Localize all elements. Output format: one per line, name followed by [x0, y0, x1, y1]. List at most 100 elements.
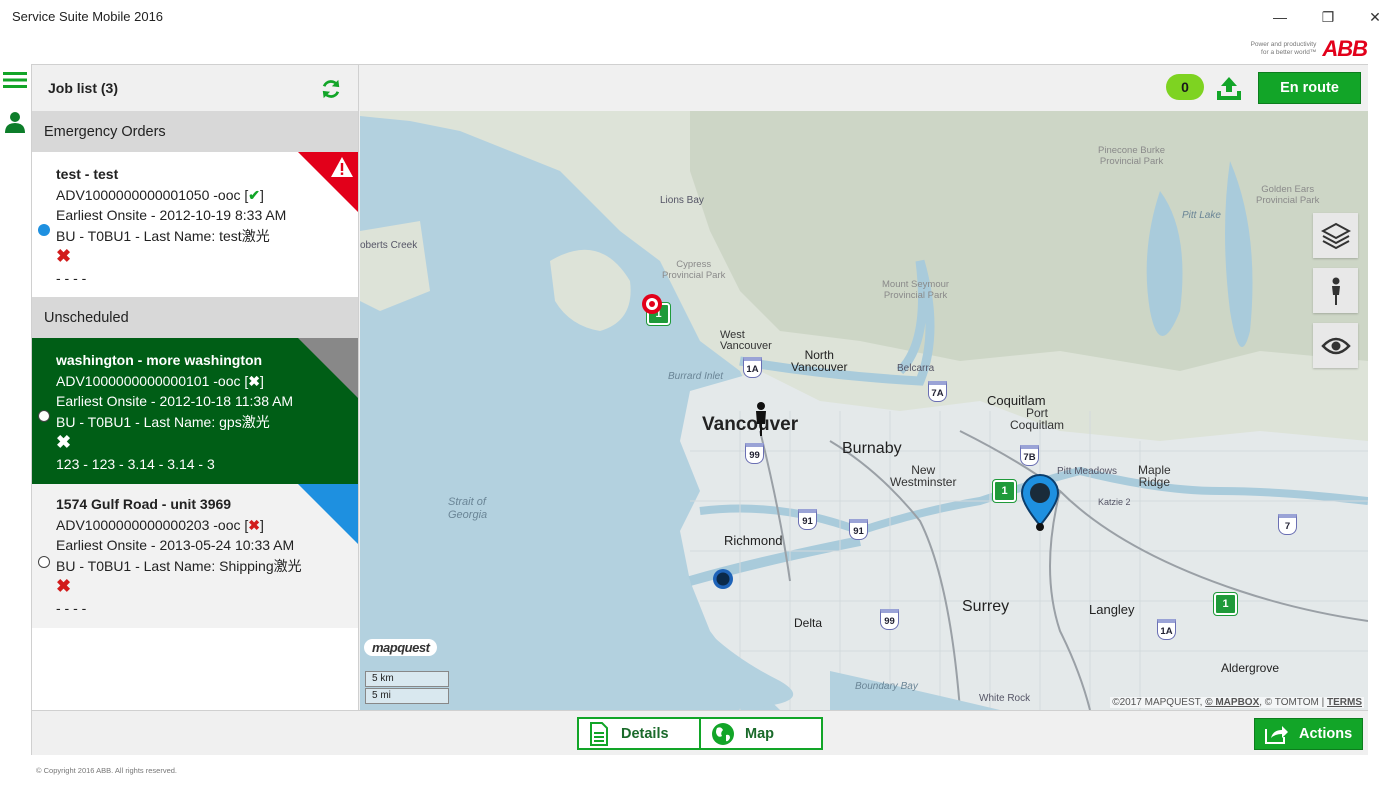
- technician-location-icon[interactable]: [754, 402, 768, 436]
- label-port-coquitlam: Port Coquitlam: [1010, 406, 1065, 432]
- cross-box-icon: ✖: [248, 516, 261, 533]
- job-id: ADV1000000000001050 -ooc [: [56, 186, 249, 203]
- emergency-job-marker[interactable]: [641, 293, 663, 315]
- layers-icon: [1320, 222, 1351, 249]
- job-id-close: ]: [260, 372, 264, 389]
- label-north-vancouver: North Vancouver: [791, 348, 848, 374]
- highway-shield: 7B: [1020, 445, 1039, 466]
- visibility-button[interactable]: [1313, 323, 1358, 368]
- refresh-icon[interactable]: [320, 78, 342, 100]
- check-icon: ✔: [248, 186, 261, 203]
- label-strait-of-georgia: Strait of Georgia: [448, 496, 488, 521]
- job-list-header: Job list (3): [32, 65, 358, 111]
- label-surrey: Surrey: [962, 598, 1010, 615]
- cross-icon: ✖: [56, 576, 72, 596]
- terms-link[interactable]: TERMS: [1327, 697, 1362, 708]
- brand-tagline: Power and productivity for a better worl…: [1251, 41, 1317, 57]
- attribution-mid: , © TOMTOM |: [1259, 697, 1327, 708]
- layers-button[interactable]: [1313, 213, 1358, 258]
- street-view-button[interactable]: [1313, 268, 1358, 313]
- job-bu: BU - T0BU1 - Last Name: Shipping激光: [56, 557, 302, 574]
- details-tab-button[interactable]: Details: [577, 717, 701, 750]
- label-mount-seymour: Mount Seymour Provincial Park: [882, 279, 950, 301]
- job-extra: - - - -: [56, 269, 87, 286]
- label-pinecone: Pinecone Burke Provincial Park: [1098, 145, 1166, 167]
- person-icon: [1331, 277, 1340, 305]
- label-pitt-meadows: Pitt Meadows: [1057, 466, 1118, 477]
- restore-button[interactable]: ❐: [1314, 6, 1342, 28]
- actions-button[interactable]: Actions: [1254, 718, 1363, 750]
- job-id-close: ]: [260, 516, 264, 533]
- bottom-bar: Details Map Actions: [32, 710, 1368, 755]
- section-emergency-orders: Emergency Orders: [32, 111, 358, 152]
- job-bu: BU - T0BU1 - Last Name: gps激光: [56, 413, 270, 430]
- label-new-westminster: New Westminster: [890, 463, 957, 489]
- highway-shield: 7A: [928, 381, 947, 402]
- label-cypress: Cypress Provincial Park: [662, 259, 726, 281]
- mapbox-link[interactable]: © MAPBOX: [1205, 697, 1259, 708]
- en-route-button[interactable]: En route: [1258, 72, 1361, 104]
- label-burrard-inlet: Burrard Inlet: [668, 371, 724, 382]
- job-extra: 123 - 123 - 3.14 - 3.14 - 3: [56, 455, 215, 472]
- job-radio[interactable]: [38, 410, 50, 422]
- label-maple-ridge: Maple Ridge: [1138, 463, 1171, 489]
- job-extra: - - - -: [56, 599, 87, 616]
- highway-shield: 91: [798, 509, 817, 530]
- label-vancouver: Vancouver: [702, 414, 799, 435]
- map-view[interactable]: Lions Bay Cypress Provincial Park Mount …: [360, 111, 1368, 710]
- job-radio[interactable]: [38, 556, 50, 568]
- highway-shield: 91: [849, 519, 868, 540]
- highway-shield: 7: [1278, 514, 1297, 535]
- scheduled-corner: [298, 484, 358, 544]
- job-id: ADV1000000000000203 -ooc [: [56, 516, 249, 533]
- highway-shield: 1A: [1157, 619, 1176, 640]
- cross-box-icon: ✖: [248, 372, 261, 389]
- mapquest-logo: mapquest: [364, 639, 438, 656]
- label-delta: Delta: [794, 616, 823, 630]
- job-list-title: Job list (3): [48, 80, 119, 96]
- top-toolbar: 0 En route: [360, 65, 1368, 111]
- tagline-line-1: Power and productivity: [1250, 41, 1317, 48]
- user-profile-icon[interactable]: [3, 110, 27, 134]
- highway-shield: 99: [880, 609, 899, 630]
- highway-shield: 99: [745, 443, 764, 464]
- label-pitt-lake: Pitt Lake: [1182, 210, 1221, 221]
- hamburger-menu-icon[interactable]: [3, 68, 27, 92]
- map-tab-button[interactable]: Map: [699, 717, 823, 750]
- details-label: Details: [621, 725, 669, 742]
- pending-count-badge[interactable]: 0: [1166, 74, 1204, 100]
- globe-icon: [712, 722, 734, 745]
- minimize-button[interactable]: —: [1266, 6, 1294, 28]
- copyright-text: © Copyright 2016 ABB. All rights reserve…: [36, 766, 178, 775]
- section-unscheduled: Unscheduled: [32, 297, 358, 338]
- trans-canada-shield: 1: [992, 479, 1017, 503]
- eye-icon: [1320, 337, 1351, 354]
- upload-icon[interactable]: [1215, 75, 1243, 103]
- abb-brand: Power and productivity for a better worl…: [1251, 36, 1368, 61]
- label-west-vancouver: West Vancouver: [720, 329, 772, 352]
- job-id: ADV1000000000000101 -ooc [: [56, 372, 249, 389]
- title-bar: Service Suite Mobile 2016 — ❐ ✕: [0, 0, 1399, 36]
- share-icon: [1265, 726, 1288, 744]
- label-boundary-bay: Boundary Bay: [855, 681, 918, 692]
- label-belcarra: Belcarra: [897, 363, 935, 374]
- highway-shield: 1A: [743, 357, 762, 378]
- tagline-line-2: for a better world™: [1261, 49, 1317, 56]
- label-roberts-creek: oberts Creek: [360, 240, 418, 251]
- label-richmond: Richmond: [724, 533, 783, 548]
- job-item[interactable]: test - test ADV1000000000001050 -ooc [✔]…: [32, 152, 358, 297]
- selected-job-pin-icon[interactable]: [1020, 473, 1060, 533]
- job-id-close: ]: [260, 186, 264, 203]
- close-button[interactable]: ✕: [1361, 6, 1389, 28]
- unscheduled-corner: [298, 338, 358, 398]
- job-item-selected[interactable]: washington - more washington ADV10000000…: [32, 338, 358, 484]
- label-white-rock: White Rock: [979, 693, 1031, 704]
- scale-km: 5 km: [365, 671, 449, 687]
- scheduled-job-marker[interactable]: [712, 568, 734, 590]
- map-label: Map: [745, 725, 774, 742]
- job-radio[interactable]: [38, 224, 50, 236]
- job-item[interactable]: 1574 Gulf Road - unit 3969 ADV1000000000…: [32, 484, 358, 628]
- cross-icon: ✖: [56, 246, 72, 266]
- job-list-panel: Job list (3) Emergency Orders test - tes…: [32, 65, 359, 710]
- label-aldergrove: Aldergrove: [1221, 661, 1280, 675]
